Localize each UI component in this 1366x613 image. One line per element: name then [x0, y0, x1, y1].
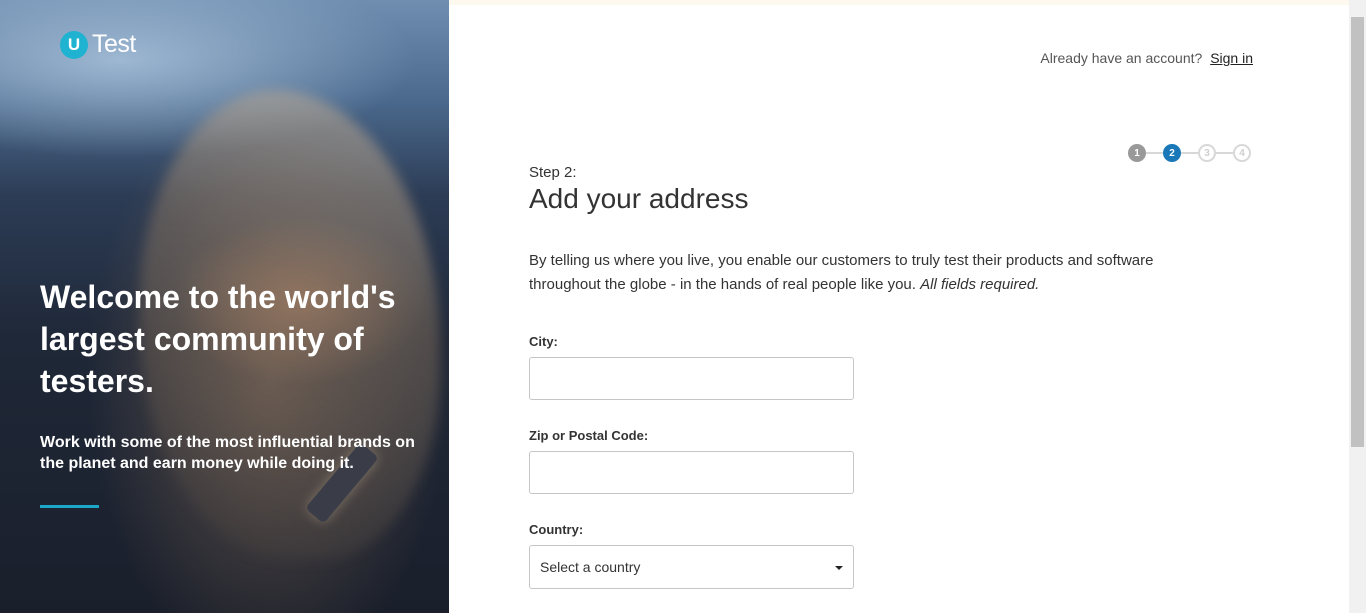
step-2-indicator: 2 [1163, 144, 1181, 162]
city-input[interactable] [529, 357, 854, 400]
step-connector [1181, 152, 1198, 154]
step-1-indicator: 1 [1128, 144, 1146, 162]
zip-input[interactable] [529, 451, 854, 494]
country-selected-value: Select a country [540, 559, 641, 575]
step-label: Step 2: [529, 164, 577, 181]
required-note: All fields required. [920, 276, 1040, 293]
step-connector [1216, 152, 1233, 154]
logo-badge: U [60, 30, 88, 59]
page-title: Add your address [529, 183, 749, 214]
step-connector [1146, 152, 1163, 154]
logo-text: Test [92, 30, 136, 58]
hero-subtitle: Work with some of the most influential b… [40, 434, 415, 472]
hero-accent-line [40, 505, 99, 508]
progress-stepper: 1 2 3 4 [1128, 144, 1251, 162]
form-description: By telling us where you live, you enable… [529, 249, 1229, 297]
step-4-indicator: 4 [1233, 144, 1251, 162]
account-prompt: Already have an account? [1040, 50, 1203, 66]
hero-title: Welcome to the world's largest community… [40, 279, 396, 399]
step-3-indicator: 3 [1198, 144, 1216, 162]
country-label: Country: [529, 522, 584, 537]
chevron-down-icon [835, 566, 843, 570]
description-text: By telling us where you live, you enable… [529, 252, 1154, 293]
page-scrollbar[interactable] [1349, 0, 1366, 613]
utest-logo[interactable]: U Test [60, 30, 136, 59]
signup-form-panel: Already have an account? Sign in 1 2 3 4… [449, 0, 1349, 613]
signin-link[interactable]: Sign in [1210, 50, 1253, 66]
city-label: City: [529, 334, 558, 349]
scrollbar-thumb[interactable] [1351, 17, 1364, 447]
top-strip [449, 0, 1349, 5]
signin-row: Already have an account? Sign in [1040, 50, 1253, 66]
hero-panel: U Test Welcome to the world's largest co… [0, 0, 449, 613]
country-select[interactable]: Select a country [529, 545, 854, 589]
zip-label: Zip or Postal Code: [529, 428, 649, 443]
